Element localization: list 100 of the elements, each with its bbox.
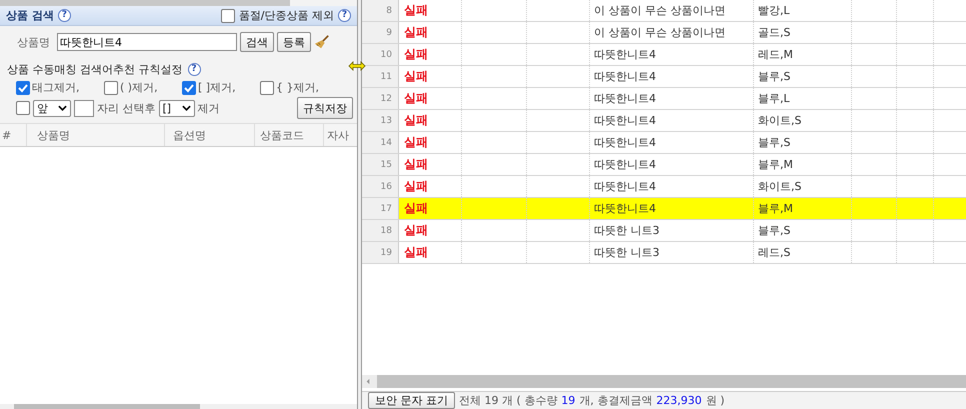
table-cell: 블루,S: [754, 220, 852, 241]
result-cell: 실패: [399, 0, 462, 21]
table-cell: 따뜻한니트4: [590, 44, 754, 65]
table-cell: 화이트,S: [754, 176, 852, 197]
grid-row[interactable]: 19 실패 따뜻한 니트3 레드,S: [362, 242, 966, 264]
status-text: 223,930: [656, 394, 702, 407]
table-cell: [897, 198, 934, 219]
checkbox[interactable]: [104, 80, 118, 94]
panel-title: 상품 검색: [6, 8, 54, 23]
row-number: 18: [362, 220, 399, 241]
table-cell: 따뜻한니트4: [590, 66, 754, 87]
action-button[interactable]: 검색: [240, 32, 274, 52]
table-cell: [852, 198, 897, 219]
show-security-text-button[interactable]: 보안 문자 표기: [368, 392, 455, 409]
position-select[interactable]: 앞: [33, 100, 71, 116]
table-cell: 이 상품이 무슨 상품이나면: [590, 0, 754, 21]
table-cell: 블루,M: [754, 154, 852, 175]
field-label: 자리 선택후: [97, 100, 156, 116]
product-name-field[interactable]: 따뜻한니트4: [57, 33, 237, 51]
grid-row[interactable]: 12 실패 따뜻한니트4 블루,L: [362, 88, 966, 110]
result-cell: 실패: [399, 22, 462, 43]
grid-row[interactable]: 11 실패 따뜻한니트4 블루,S: [362, 66, 966, 88]
row-number: 17: [362, 198, 399, 219]
checkbox[interactable]: [16, 101, 30, 115]
table-cell: 레드,S: [754, 242, 852, 263]
status-text: 원 ): [706, 393, 725, 408]
broom-icon[interactable]: [314, 34, 330, 50]
checkbox-label: 태그제거,: [32, 80, 80, 95]
save-rules-button[interactable]: 규칙저장: [297, 97, 353, 119]
row-number: 19: [362, 242, 399, 263]
resize-arrow-icon[interactable]: [348, 61, 366, 71]
help-icon[interactable]: ?: [58, 9, 71, 22]
table-cell: 골드,S: [754, 22, 852, 43]
table-cell: 블루,S: [754, 66, 852, 87]
table-cell: 따뜻한니트4: [590, 110, 754, 131]
row-number: 16: [362, 176, 399, 197]
grid-row[interactable]: 18 실패 따뜻한 니트3 블루,S: [362, 220, 966, 242]
result-cell: 실패: [399, 110, 462, 131]
checkbox-label: [ ]제거,: [198, 80, 236, 95]
help-icon[interactable]: ?: [338, 9, 351, 22]
row-number: 9: [362, 22, 399, 43]
field-label: 상품명: [17, 34, 50, 50]
grid-row[interactable]: 8 실패 이 상품이 무슨 상품이나면 빨강,L: [362, 0, 966, 22]
grid-row[interactable]: 16 실패 따뜻한니트4 화이트,S: [362, 176, 966, 198]
row-number: 10: [362, 44, 399, 65]
checkbox[interactable]: [182, 80, 196, 94]
table-cell: 따뜻한니트4: [590, 154, 754, 175]
scroll-left-icon[interactable]: [366, 378, 370, 385]
column-header[interactable]: #: [0, 124, 27, 146]
section-title: 상품 수동매칭 검색어추천 규칙설정: [7, 62, 182, 77]
column-header[interactable]: 상품명: [27, 124, 165, 146]
scrollbar-thumb[interactable]: [14, 404, 200, 409]
table-cell: [934, 198, 966, 219]
action-button[interactable]: 등록: [277, 32, 311, 52]
column-header[interactable]: 상품코드: [255, 124, 324, 146]
status-text: 19: [561, 394, 576, 407]
checkbox-label: ( )제거,: [120, 80, 158, 95]
checkbox[interactable]: [260, 80, 274, 94]
column-header[interactable]: 옵션명: [165, 124, 255, 146]
row-number: 13: [362, 110, 399, 131]
grid-row[interactable]: 13 실패 따뜻한니트4 화이트,S: [362, 110, 966, 132]
scrollbar-thumb[interactable]: [377, 375, 966, 388]
chevron-icon[interactable]: [182, 105, 190, 111]
result-cell: 실패: [399, 198, 462, 219]
table-cell: 따뜻한 니트3: [590, 220, 754, 241]
grid-row[interactable]: 15 실패 따뜻한니트4 블루,M: [362, 154, 966, 176]
table-cell: 빨강,L: [754, 0, 852, 21]
table-cell: 이 상품이 무슨 상품이나면: [590, 22, 754, 43]
result-cell: 실패: [399, 154, 462, 175]
row-number: 14: [362, 132, 399, 153]
result-cell: 실패: [399, 242, 462, 263]
table-cell: 따뜻한니트4: [590, 176, 754, 197]
status-text: 전체 19 개 ( 총수량: [459, 393, 558, 408]
grid-row[interactable]: 9 실패 이 상품이 무슨 상품이나면 골드,S: [362, 22, 966, 44]
row-number: 11: [362, 66, 399, 87]
grid-row[interactable]: 10 실패 따뜻한니트4 레드,M: [362, 44, 966, 66]
grid-row[interactable]: 17 실패 따뜻한니트4 블루,M: [362, 198, 966, 220]
checkbox-label: { }제거,: [276, 80, 319, 95]
help-icon[interactable]: ?: [188, 63, 200, 76]
grid-row[interactable]: 14 실패 따뜻한니트4 블루,S: [362, 132, 966, 154]
table-cell: 레드,M: [754, 44, 852, 65]
digits-field[interactable]: [74, 100, 94, 116]
table-cell: 블루,L: [754, 88, 852, 109]
table-cell: 따뜻한니트4: [590, 88, 754, 109]
field-label: 제거: [198, 100, 220, 116]
table-cell: 따뜻한 니트3: [590, 242, 754, 263]
row-number: 12: [362, 88, 399, 109]
result-cell: 실패: [399, 220, 462, 241]
scrollbar-thumb[interactable]: [0, 0, 290, 6]
chevron-icon[interactable]: [58, 105, 67, 111]
row-number: 8: [362, 0, 399, 21]
table-cell: [462, 198, 527, 219]
checkbox[interactable]: [16, 80, 30, 94]
table-cell: 따뜻한니트4: [590, 132, 754, 153]
column-header[interactable]: 자사: [324, 124, 357, 146]
checkbox[interactable]: [220, 8, 235, 22]
result-cell: 실패: [399, 176, 462, 197]
table-cell: 따뜻한니트4: [590, 198, 754, 219]
result-cell: 실패: [399, 132, 462, 153]
bracket-select[interactable]: []: [158, 100, 194, 116]
